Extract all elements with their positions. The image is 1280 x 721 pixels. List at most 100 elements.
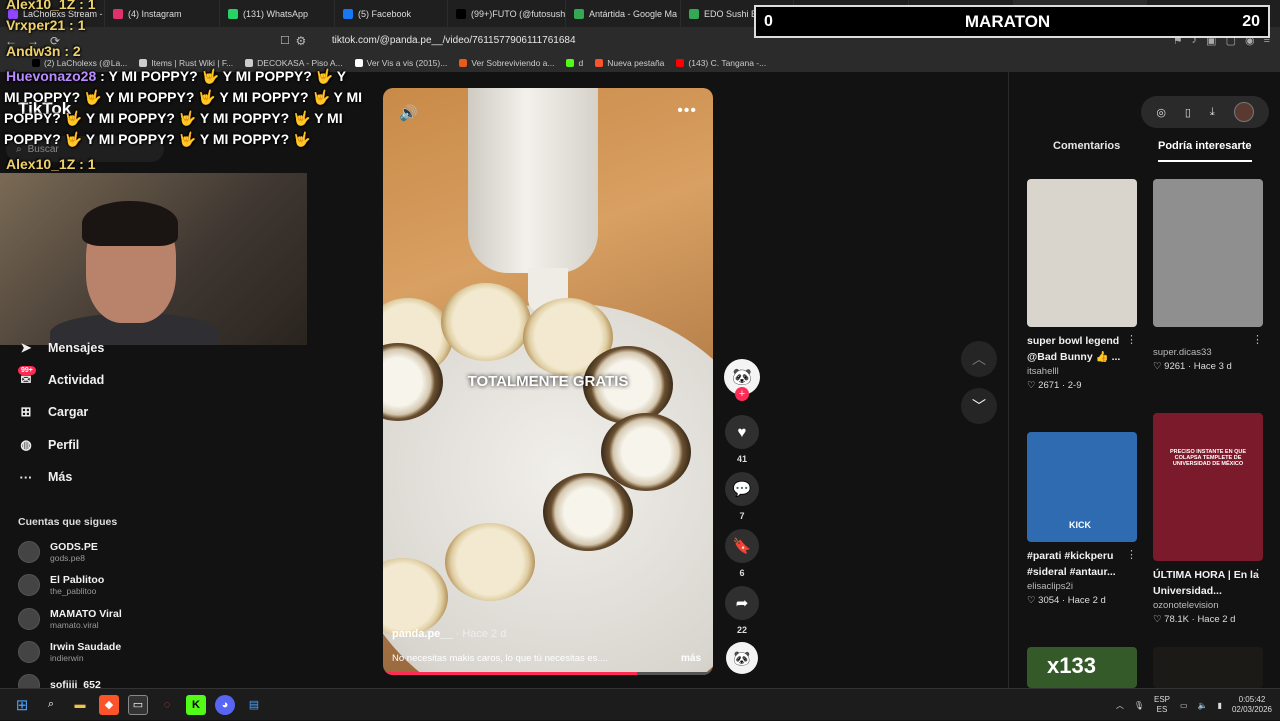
site-info-icon[interactable]: ⚙ [290,34,312,48]
card-username[interactable]: elisaclips2i [1027,581,1137,592]
bookmark-label: Ver Sobreviviendo a... [471,58,555,68]
recommended-video-card[interactable] [1153,647,1263,688]
chat-message: POPPY? 🤟 Y MI POPPY? 🤟 Y MI POPPY? 🤟 [4,131,311,147]
volume-icon[interactable]: 🔊 [399,104,418,122]
follow-plus-icon[interactable]: + [735,387,749,401]
card-likes: 9261 [1164,361,1186,372]
file-explorer-icon[interactable]: ▬ [70,695,90,715]
card-username[interactable]: ozonotelevision [1153,600,1263,611]
video-thumbnail[interactable]: x133 [1027,647,1137,688]
card-menu-icon[interactable]: ⋮ [1126,333,1137,346]
comment-count: 7 [739,511,745,521]
sidebar-item-mensajes[interactable]: ➤ Mensajes [18,340,105,356]
recommended-video-card[interactable]: x133 [1027,647,1137,688]
browser-tab[interactable]: Antártida - Google Ma [566,0,681,27]
tab-podria-interesarte[interactable]: Podría interesarte [1158,140,1252,162]
microphone-icon[interactable]: 🎙 [1134,701,1144,710]
video-thumbnail[interactable] [1153,179,1263,327]
bookmark-icon[interactable]: ☐ [280,34,290,47]
video-thumbnail[interactable] [1027,179,1137,327]
following-account[interactable]: MAMATO Viral mamato.viral [18,608,122,630]
bookmark-item[interactable]: Items | Rust Wiki | F... [139,58,233,68]
paper-plane-icon: ➤ [20,340,32,355]
notepad-icon[interactable]: ▤ [244,695,264,715]
kick-icon[interactable]: K [186,694,206,715]
video-thumbnail[interactable] [1153,647,1263,688]
taskbar: ⊞ ⌕ ▬ ◆ ▭ ◌ K ◕ ▤ ︿ 🎙 ESP ES ▭ 🔈 ▮ 0:05:… [0,688,1280,720]
discord-icon[interactable]: ◕ [215,694,235,715]
bookmark-item[interactable]: (2) LaCholexs (@La... [32,58,127,68]
comment-button[interactable]: 💬 7 [724,472,760,521]
sidebar-item-cargar[interactable]: ⊞ Cargar [18,404,89,420]
recommended-video-card[interactable]: PRECISO INSTANTE EN QUE COLAPSA TEMPLETE… [1153,413,1263,625]
browser-tab[interactable]: (99+)FUTO (@futosush [448,0,566,27]
search-icon[interactable]: ⌕ [41,695,61,715]
terminal-icon[interactable]: ▭ [128,694,148,715]
card-menu-icon[interactable]: ⋮ [1126,548,1137,561]
following-account[interactable]: GODS.PE gods.pe8 [18,541,98,563]
video-author-name[interactable]: panda.pe__ [392,628,453,640]
sidebar-item-label: Mensajes [48,341,105,355]
coins-icon[interactable]: ◎ [1156,106,1166,119]
sushi-roll-image [543,473,633,551]
tab-label: (131) WhatsApp [243,8,309,19]
bookmark-favicon [354,59,363,67]
browser-tab[interactable]: (4) Instagram [105,0,220,27]
phone-icon[interactable]: ▯ [1185,106,1191,119]
save-button[interactable]: 🔖 6 [724,529,760,578]
card-menu-icon[interactable]: ⋮ [1252,567,1263,580]
more-link[interactable]: más [681,653,701,664]
next-video-button[interactable]: ﹀ [961,388,997,424]
volume-icon[interactable]: 🔈 [1198,701,1208,710]
video-thumbnail[interactable]: KICK [1027,432,1137,542]
thumbnail-text: PRECISO INSTANTE EN QUE COLAPSA TEMPLETE… [1170,449,1246,467]
url-field[interactable]: tiktok.com/@panda.pe__/video/76115779061… [332,35,576,46]
tab-comentarios[interactable]: Comentarios [1053,140,1120,160]
browser-tab[interactable]: (5) Facebook [335,0,448,27]
chat-message: Huevonazo28 : Y MI POPPY? 🤟 Y MI POPPY? … [6,68,346,85]
card-username[interactable]: itsahelll [1027,366,1137,377]
battery-icon[interactable]: ▮ [1218,701,1222,710]
recommended-video-card[interactable]: super bowl legend @Bad Bunny 👍 ... itsahe… [1027,179,1137,391]
video-progress-bar[interactable] [383,672,713,675]
card-username[interactable]: super.dicas33 [1153,347,1263,358]
card-menu-icon[interactable]: ⋮ [1252,333,1263,346]
brave-browser-icon[interactable]: ◆ [99,694,119,715]
download-icon[interactable]: ⤓ [1210,106,1215,119]
like-button[interactable]: ♥ 41 [724,415,760,464]
bookmark-item[interactable]: Ver Vis a vis (2015)... [354,58,447,68]
video-player[interactable]: 🔊 ••• TOTALMENTE GRATIS panda.pe__ · Hac… [383,88,713,675]
bookmark-item[interactable]: Ver Sobreviviendo a... [459,58,554,68]
recommended-video-card[interactable]: KICK #parati #kickperu #sideral #antaur..… [1027,432,1137,606]
browser-tab[interactable]: (131) WhatsApp [220,0,335,27]
more-options-icon[interactable]: ••• [677,102,697,120]
streamer-hair [82,201,178,246]
sushi-roll-image [601,413,691,491]
video-author[interactable]: panda.pe__ · Hace 2 d [392,628,506,640]
tab-favicon [343,8,353,19]
following-account[interactable]: El Pablitoo the_pablitoo [18,574,104,596]
recommended-video-card[interactable]: super.dicas33 ♡ 9261 · Hace 3 d ⋮ [1153,179,1263,372]
video-thumbnail[interactable]: PRECISO INSTANTE EN QUE COLAPSA TEMPLETE… [1153,413,1263,561]
following-account[interactable]: Irwin Saudade indierwin [18,641,121,663]
bookmark-item[interactable]: d [566,58,583,68]
bookmark-item[interactable]: DECOKASA - Piso A... [245,58,343,68]
sidebar-item-actividad[interactable]: ✉ 99+ Actividad [18,366,104,388]
creator-avatar-button[interactable]: 🐼 + [724,359,760,401]
user-avatar[interactable] [1233,102,1254,122]
video-description: No necesitas makis caros, lo que tú nece… [392,653,608,664]
share-button[interactable]: ➦ 22 [724,586,760,635]
sound-button[interactable]: 🐼 [724,642,760,674]
network-icon[interactable]: ▭ [1180,701,1188,710]
previous-video-button[interactable]: ︿ [961,341,997,377]
clock[interactable]: 0:05:42 02/03/2026 [1232,695,1272,715]
sidebar-item-mas[interactable]: ··· Más [18,469,73,485]
sidebar-item-perfil[interactable]: ◍ Perfil [18,437,79,453]
windows-start-icon[interactable]: ⊞ [12,695,32,715]
app-icon[interactable]: ◌ [157,695,177,715]
language-indicator[interactable]: ESP ES [1154,695,1170,715]
bookmark-item[interactable]: Nueva pestaña [595,58,664,68]
chevron-up-icon[interactable]: ︿ [1116,700,1124,711]
chevron-up-icon: ︿ [972,351,986,367]
bookmark-item[interactable]: (143) C. Tangana -... [676,58,766,68]
